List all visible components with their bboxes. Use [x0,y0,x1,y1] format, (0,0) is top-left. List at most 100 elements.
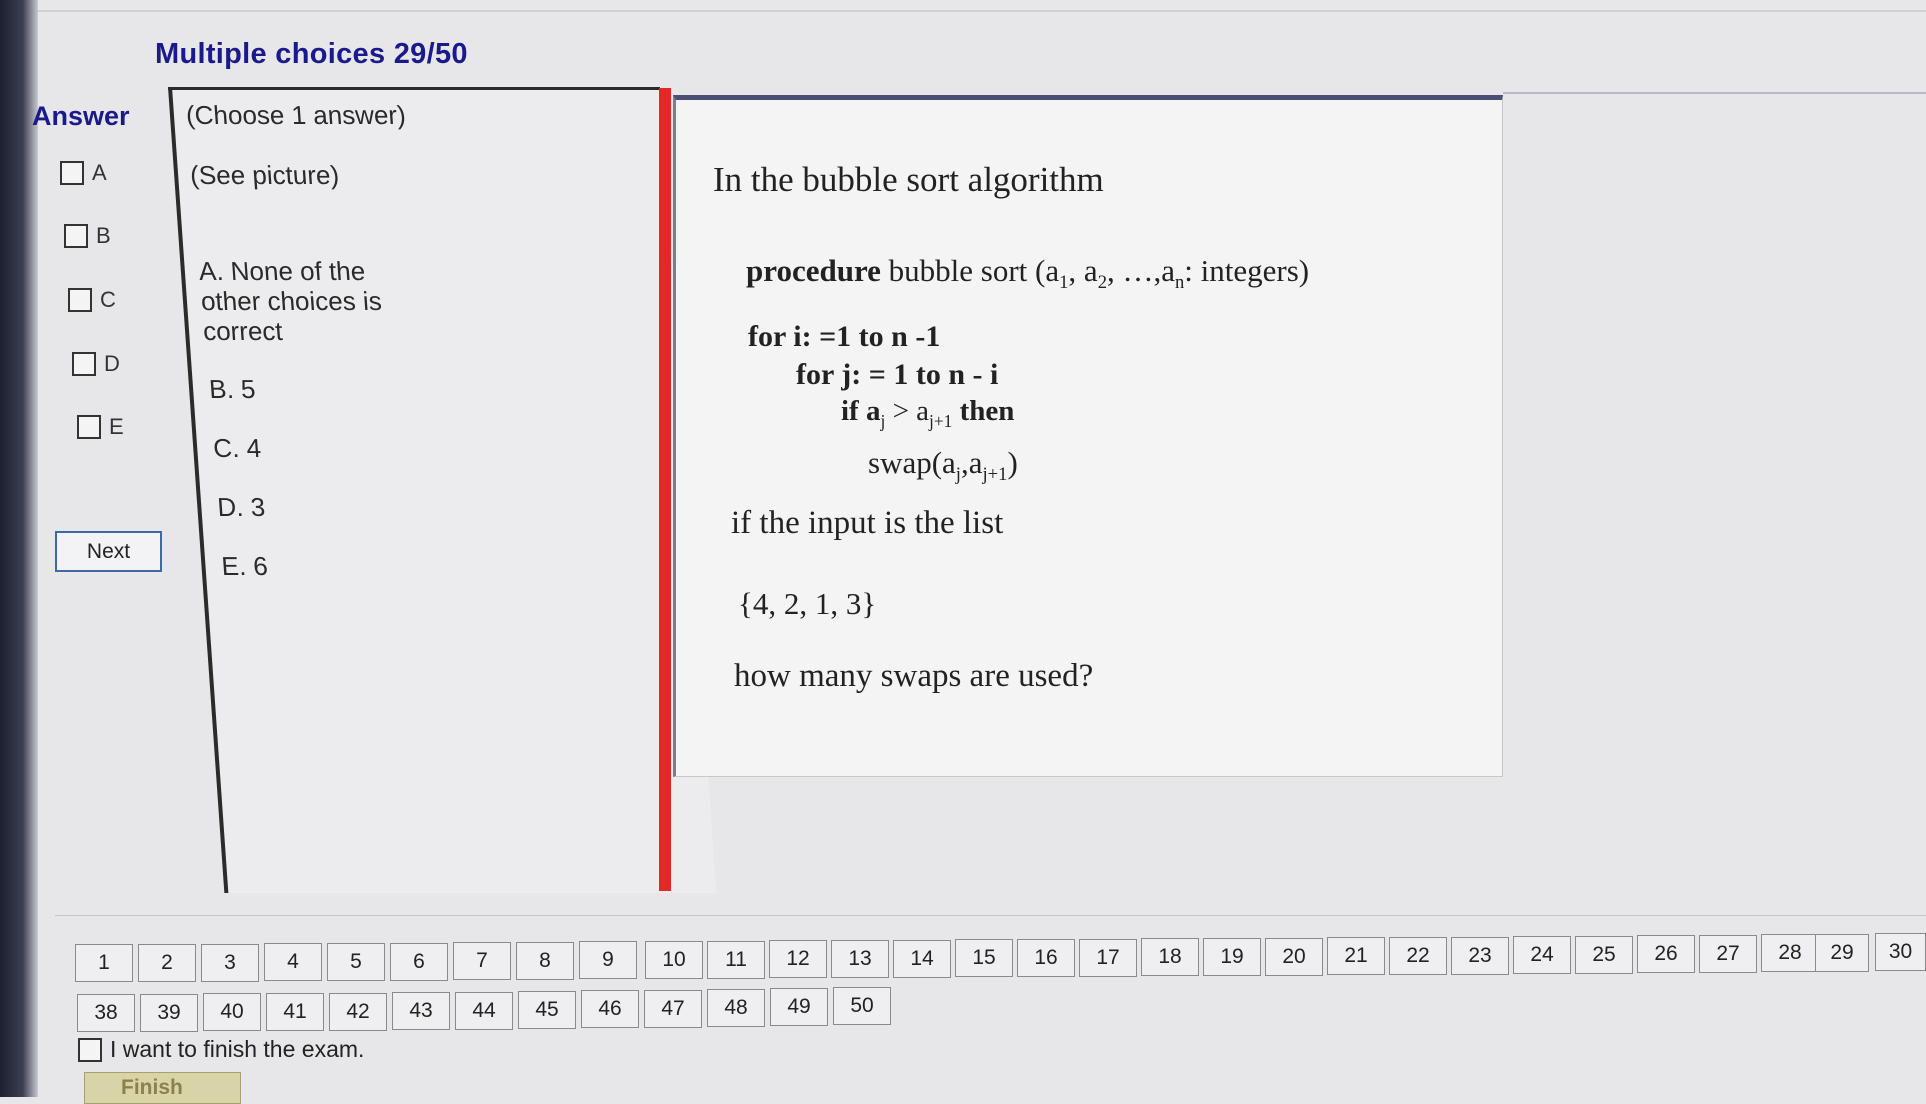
answer-heading: Answer [32,101,130,131]
question-nav-5[interactable]: 5 [327,943,385,981]
procedure-line: procedure bubble sort (a1, a2, …,an: int… [746,253,1309,294]
answer-option-b[interactable]: B [64,223,111,249]
swap-close: ) [1007,445,1018,480]
checkbox-e[interactable] [77,415,101,439]
question-nav-50[interactable]: 50 [833,987,891,1025]
choose-instruction: (Choose 1 answer) [184,100,407,130]
question-nav-21[interactable]: 21 [1327,937,1385,975]
if-line: if aj > aj+1 then [841,395,1014,432]
procedure-text: bubble sort (a [880,253,1060,288]
finish-confirm-row[interactable]: I want to finish the exam. [78,1036,364,1063]
question-nav-22[interactable]: 22 [1389,937,1447,975]
question-nav-10[interactable]: 10 [645,941,703,979]
question-nav-40[interactable]: 40 [203,993,261,1031]
if-keyword: if a [841,395,881,427]
question-nav-27[interactable]: 27 [1699,935,1757,973]
choice-b: B. 5 [208,374,257,404]
choice-d: D. 3 [216,492,267,522]
question-nav-20[interactable]: 20 [1265,938,1323,976]
answer-option-b-label: B [96,223,111,248]
question-nav-7[interactable]: 7 [453,942,511,980]
right-empty-area [1503,92,1926,882]
question-nav-6[interactable]: 6 [390,943,448,981]
question-nav-29[interactable]: 29 [1815,934,1869,972]
question-nav-41[interactable]: 41 [266,993,324,1031]
question-nav-14[interactable]: 14 [893,940,951,978]
choice-a-line1: A. None of the [197,256,367,286]
question-nav-39[interactable]: 39 [140,994,198,1032]
swap-comma: ,a [960,445,983,480]
input-text: if the input is the list [731,505,1004,541]
answer-option-a-label: A [92,160,107,185]
question-nav-3[interactable]: 3 [201,944,259,982]
question-nav-45[interactable]: 45 [518,991,576,1029]
question-nav-2[interactable]: 2 [138,944,196,982]
question-nav-8[interactable]: 8 [516,942,574,980]
procedure-text-4: : integers) [1184,253,1310,288]
answer-option-c[interactable]: C [68,287,116,313]
question-nav-19[interactable]: 19 [1203,938,1261,976]
choice-e: E. 6 [220,551,269,581]
question-nav-9[interactable]: 9 [579,941,637,979]
swap-text: swap(a [868,445,956,480]
answer-option-c-label: C [100,287,116,312]
checkbox-a[interactable] [60,161,84,185]
top-divider [38,10,1926,12]
see-picture-note: (See picture) [189,160,341,190]
checkbox-c[interactable] [68,288,92,312]
question-nav-42[interactable]: 42 [329,993,387,1031]
question-nav-48[interactable]: 48 [707,989,765,1027]
question-nav-24[interactable]: 24 [1513,936,1571,974]
answer-option-e-label: E [109,414,124,439]
question-nav-12[interactable]: 12 [769,940,827,978]
procedure-sub-n: n [1175,272,1185,294]
answer-option-a[interactable]: A [60,160,107,186]
answer-option-d[interactable]: D [72,351,120,377]
procedure-text-2: , a [1068,253,1098,288]
checkbox-b[interactable] [64,224,88,248]
finish-checkbox[interactable] [78,1037,102,1062]
for-j-line: for j: = 1 to n - i [796,358,999,391]
input-list: {4, 2, 1, 3} [738,586,877,621]
question-nav-26[interactable]: 26 [1637,935,1695,973]
question-nav-49[interactable]: 49 [770,988,828,1026]
question-nav-16[interactable]: 16 [1017,939,1075,977]
for-i-line: for i: =1 to n -1 [748,320,941,353]
procedure-sub-2: 2 [1097,272,1107,294]
finish-checkbox-label: I want to finish the exam. [110,1036,365,1062]
answer-option-d-label: D [104,351,120,376]
question-nav-15[interactable]: 15 [955,939,1013,977]
finish-button[interactable]: Finish [84,1072,241,1104]
choices-panel: (Choose 1 answer) (See picture) A. None … [168,87,717,893]
question-nav-1[interactable]: 1 [75,944,133,982]
question-nav-18[interactable]: 18 [1141,938,1199,976]
question-nav-43[interactable]: 43 [392,992,450,1030]
question-nav-44[interactable]: 44 [455,992,513,1030]
question-nav-17[interactable]: 17 [1079,939,1137,977]
page-title: Multiple choices 29/50 [155,38,468,70]
question-nav-28[interactable]: 28 [1761,934,1819,972]
question-nav-47[interactable]: 47 [644,990,702,1028]
swap-line: swap(aj,aj+1) [868,445,1018,486]
choice-a-line3: correct [202,316,284,346]
if-sub-j1: j+1 [929,410,953,431]
swap-sub-j1: j+1 [982,464,1008,486]
checkbox-d[interactable] [72,352,96,376]
if-greater: > a [885,395,930,427]
question-nav-11[interactable]: 11 [707,941,765,979]
question-nav-25[interactable]: 25 [1575,936,1633,974]
question-nav-30[interactable]: 30 [1875,933,1926,971]
question-nav-38[interactable]: 38 [77,994,135,1032]
screen-left-edge [0,0,38,1097]
question-nav-13[interactable]: 13 [831,940,889,978]
question-nav-46[interactable]: 46 [581,990,639,1028]
question-nav-23[interactable]: 23 [1451,937,1509,975]
next-button[interactable]: Next [55,531,162,572]
then-keyword: then [952,395,1015,427]
divider-red-bar [659,88,671,891]
procedure-text-3: , …,a [1106,253,1175,288]
answer-option-e[interactable]: E [77,414,124,440]
procedure-keyword: procedure [746,253,881,288]
question-nav-4[interactable]: 4 [264,943,322,981]
choice-c: C. 4 [212,433,262,463]
